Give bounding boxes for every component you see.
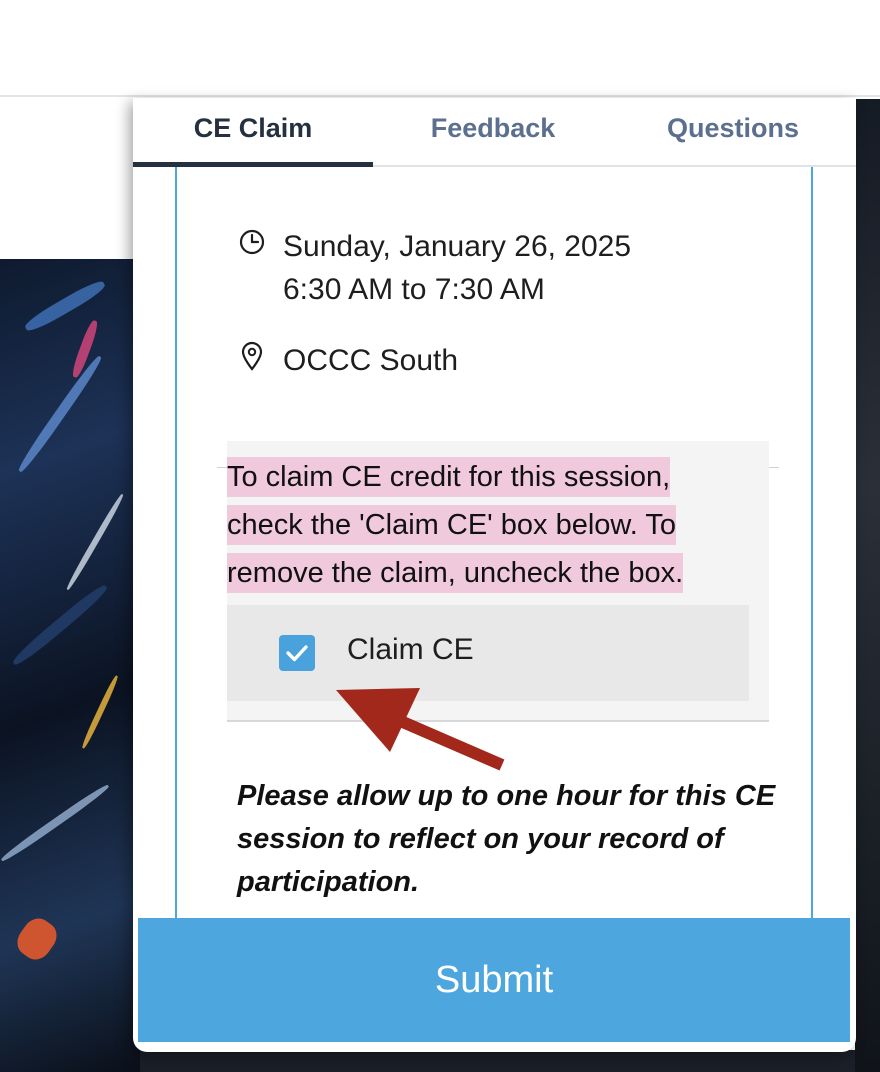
page-background-left [0, 99, 140, 259]
submit-button[interactable]: Submit [138, 918, 850, 1042]
tab-bar: CE Claim Feedback Questions [133, 98, 856, 167]
annotation-arrow-icon [336, 688, 505, 771]
claim-instructions: To claim CE credit for this session, che… [227, 453, 747, 597]
session-date: Sunday, January 26, 2025 [283, 230, 632, 263]
map-pin-icon [241, 341, 263, 371]
session-time: 6:30 AM to 7:30 AM [283, 273, 545, 306]
clock-icon [239, 229, 265, 255]
processing-note: Please allow up to one hour for this CE … [237, 780, 776, 898]
session-title: Session [227, 167, 384, 177]
tab-feedback[interactable]: Feedback [373, 98, 613, 167]
tab-questions[interactable]: Questions [613, 98, 853, 167]
background-artwork-bottom [140, 1050, 855, 1072]
checkmark-icon [286, 645, 308, 662]
location-text: OCCC South [283, 344, 459, 377]
background-artwork [0, 259, 140, 1072]
panel-content[interactable]: Session Sunday, January 26, 2025 6:30 AM… [175, 167, 813, 1017]
tab-ce-claim[interactable]: CE Claim [133, 98, 373, 167]
page-header-bar [0, 0, 880, 97]
claim-ce-checkbox[interactable] [279, 635, 315, 671]
claim-ce-label[interactable]: Claim CE [347, 633, 474, 667]
ce-claim-panel: CE Claim Feedback Questions Session Sund… [133, 98, 856, 1052]
background-artwork-right [855, 99, 880, 1072]
